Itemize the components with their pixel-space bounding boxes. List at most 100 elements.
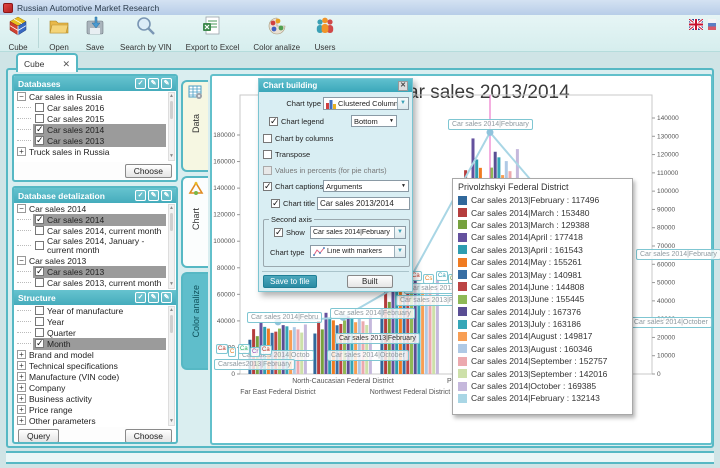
values-in-percents-checkbox[interactable]	[263, 166, 272, 175]
expand-icon[interactable]: +	[17, 361, 26, 370]
dialog-close-icon[interactable]: ✕	[398, 81, 408, 91]
check-action-icon[interactable]: ✓	[135, 292, 146, 303]
chart-caption-box[interactable]: Carsales2013|February	[214, 359, 295, 370]
structure-choose-button[interactable]: Choose	[125, 429, 172, 443]
tree-row[interactable]: −Car sales in Russia	[14, 91, 176, 102]
chart-caption-box[interactable]: Car sales 2014|Febru	[247, 312, 322, 323]
bar[interactable]	[325, 313, 328, 374]
tree-row[interactable]: Car sales 2014, January - current month	[14, 236, 176, 255]
chart-caption-box[interactable]: Car sales 2014|February	[330, 308, 415, 319]
save-to-file-button[interactable]: Save to file	[263, 275, 317, 288]
bar[interactable]	[354, 322, 357, 374]
chart-caption-mini-box[interactable]: Cs	[423, 274, 434, 284]
expand-icon[interactable]: +	[17, 350, 26, 359]
tree-row[interactable]: Car sales 2016	[14, 102, 176, 113]
side-tab-color-analize[interactable]: Color analize	[181, 272, 208, 370]
tree-row[interactable]: Car sales 2013, current month	[14, 277, 176, 288]
side-tab-data[interactable]: Data	[181, 80, 208, 172]
tree-scrollbar[interactable]: ▲▼	[168, 306, 175, 426]
second-chart-type-combo[interactable]: Line with markers ▼	[310, 245, 406, 258]
bar[interactable]	[369, 316, 372, 374]
chart-captions-combo[interactable]: Arguments ▼	[323, 180, 409, 192]
expand-icon[interactable]: +	[17, 394, 26, 403]
scroll-down-icon[interactable]: ▼	[169, 281, 174, 288]
side-tab-chart[interactable]: Chart	[181, 176, 208, 268]
build-button[interactable]: Built	[347, 275, 393, 288]
chevron-down-icon[interactable]: ▼	[394, 246, 405, 257]
tree-item[interactable]: Car sales 2014, January - current month	[33, 236, 166, 256]
bar[interactable]	[332, 320, 335, 374]
bar[interactable]	[339, 324, 342, 374]
chart-caption-box[interactable]: Car sales 2014|October	[630, 317, 712, 328]
tree-item-checkbox[interactable]	[35, 136, 44, 145]
toolbar-button-users[interactable]: Users	[307, 15, 343, 51]
tree-item-checkbox[interactable]	[35, 317, 44, 326]
toolbar-button-color-analize[interactable]: Color analize	[246, 15, 307, 51]
chart-caption-box[interactable]: Car sales 2014|February	[448, 119, 533, 130]
toolbar-button-export-to-excel[interactable]: Export to Excel	[179, 15, 247, 51]
tree-row[interactable]: +Truck sales in Russia	[14, 146, 176, 157]
tree-row[interactable]: Car sales 2013	[14, 135, 176, 146]
tree-item-checkbox[interactable]	[35, 114, 44, 123]
chart-caption-mini-box[interactable]: Ca	[436, 271, 448, 281]
collapse-icon[interactable]: −	[17, 256, 26, 265]
chart-by-columns-checkbox[interactable]	[263, 134, 272, 143]
tree-item-checkbox[interactable]	[35, 215, 44, 224]
tree-item-checkbox[interactable]	[35, 339, 44, 348]
tree-item-checkbox[interactable]	[35, 241, 44, 250]
scrollbar-thumb[interactable]	[170, 213, 173, 231]
tree-row[interactable]: Year of manufacture	[14, 305, 176, 316]
bar[interactable]	[384, 288, 387, 374]
chart-type-combo[interactable]: Clustered Column ▼	[323, 97, 409, 110]
tree-row[interactable]: +Brand and model	[14, 349, 176, 360]
expand-icon[interactable]: +	[17, 405, 26, 414]
chart-caption-mini-box[interactable]: Ca	[260, 345, 272, 355]
chart-caption-mini-box[interactable]: Ca	[216, 344, 228, 354]
databases-choose-button[interactable]: Choose	[125, 164, 172, 178]
tree-row[interactable]: Car sales 2015	[14, 113, 176, 124]
second-axis-show-checkbox[interactable]	[274, 228, 283, 237]
bar[interactable]	[350, 318, 353, 374]
tree-row[interactable]: Year	[14, 316, 176, 327]
tree-item-checkbox[interactable]	[35, 278, 44, 287]
toolbar-button-save[interactable]: Save	[77, 15, 113, 51]
chart-caption-box[interactable]: Car sales 2013|February	[335, 333, 420, 344]
scrollbar-thumb[interactable]	[170, 315, 173, 333]
tree-row[interactable]: −Car sales 2013	[14, 255, 176, 266]
bar[interactable]	[362, 321, 365, 374]
tree-row[interactable]: Car sales 2013	[14, 266, 176, 277]
check-action-icon[interactable]: ✓	[135, 190, 146, 201]
chevron-down-icon[interactable]: ▼	[399, 183, 408, 189]
tree-item[interactable]: Month	[33, 338, 166, 350]
collapse-icon[interactable]: −	[17, 92, 26, 101]
edit2-action-icon[interactable]: ✎	[161, 292, 172, 303]
tree-row[interactable]: Quarter	[14, 327, 176, 338]
ru-flag-icon[interactable]	[708, 19, 716, 30]
tree-row[interactable]: +Business activity	[14, 393, 176, 404]
chart-legend-checkbox[interactable]	[269, 117, 278, 126]
bar[interactable]	[432, 295, 435, 374]
chart-legend-combo[interactable]: Bottom ▼	[351, 115, 397, 127]
bar[interactable]	[328, 318, 331, 374]
collapse-icon[interactable]: −	[17, 204, 26, 213]
bar[interactable]	[343, 320, 346, 374]
edit2-action-icon[interactable]: ✎	[161, 190, 172, 201]
chart-caption-box[interactable]: Car sales 2014|October	[327, 350, 409, 361]
tree-scrollbar[interactable]: ▲▼	[168, 204, 175, 289]
scroll-down-icon[interactable]: ▼	[169, 418, 174, 425]
tree-row[interactable]: +Other parameters	[14, 415, 176, 426]
tree-row[interactable]: +Company	[14, 382, 176, 393]
tab-cube[interactable]: Cube ✕	[16, 53, 78, 72]
tree-item-checkbox[interactable]	[35, 267, 44, 276]
tab-close-icon[interactable]: ✕	[62, 60, 70, 68]
edit2-action-icon[interactable]: ✎	[161, 78, 172, 89]
toolbar-button-open[interactable]: Open	[41, 15, 77, 51]
check-action-icon[interactable]: ✓	[135, 78, 146, 89]
chart-caption-mini-box[interactable]: Ca	[238, 344, 250, 354]
edit-action-icon[interactable]: ✎	[148, 78, 159, 89]
tree-scrollbar[interactable]: ▲▼	[168, 92, 175, 161]
scrollbar-thumb[interactable]	[170, 101, 173, 119]
expand-icon[interactable]: +	[17, 372, 26, 381]
bar[interactable]	[358, 319, 361, 374]
edit-action-icon[interactable]: ✎	[148, 190, 159, 201]
